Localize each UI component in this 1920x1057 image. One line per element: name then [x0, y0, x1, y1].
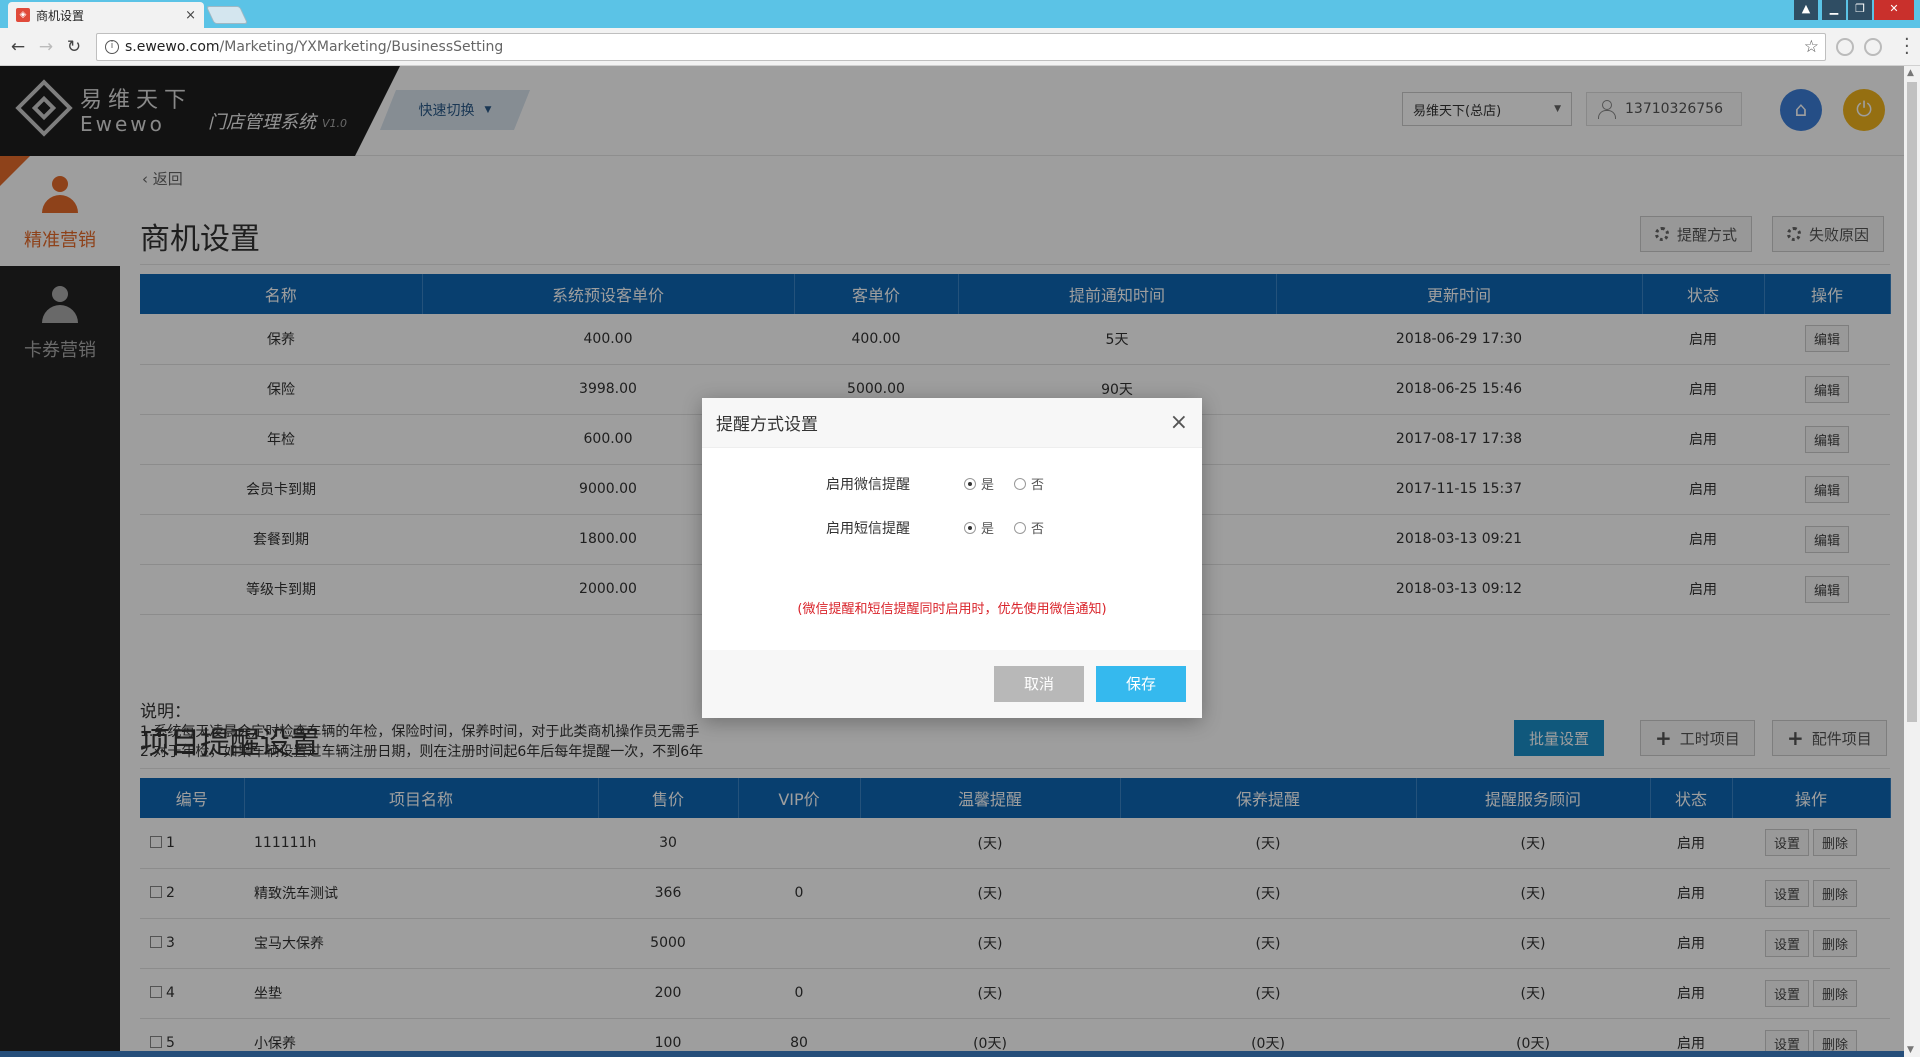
sms-no-radio[interactable] — [1014, 522, 1026, 534]
extension-icon[interactable] — [1836, 38, 1854, 56]
forward-arrow-icon[interactable]: → — [36, 37, 56, 57]
scroll-down-icon[interactable]: ▼ — [1907, 1045, 1914, 1055]
url-input[interactable]: i s.ewewo.com/Marketing/YXMarketing/Busi… — [96, 33, 1826, 61]
browser-tab-bar: ◈ 商机设置 × ▲ ▁ ❐ ✕ — [0, 0, 1920, 28]
tab-close-icon[interactable]: × — [185, 8, 196, 23]
radio-yes-label: 是 — [981, 522, 995, 537]
sms-remind-row: 启用短信提醒 是 否 — [702, 518, 1202, 542]
profile-icon[interactable]: ▲ — [1794, 0, 1818, 20]
scroll-thumb[interactable] — [1907, 82, 1917, 722]
radio-no-label: 否 — [1031, 478, 1045, 493]
tab-title: 商机设置 — [36, 8, 85, 23]
browser-menu-icon[interactable]: · · · — [1904, 31, 1910, 63]
dialog-title: 提醒方式设置 — [716, 415, 818, 435]
new-tab-button[interactable] — [205, 6, 249, 24]
sms-yes-radio[interactable] — [964, 522, 976, 534]
wechat-no-radio[interactable] — [1014, 478, 1026, 490]
address-bar-row: ← → ↻ i s.ewewo.com/Marketing/YXMarketin… — [0, 28, 1920, 66]
site-favicon-icon: ◈ — [16, 8, 30, 22]
url-path: /Marketing/YXMarketing/BusinessSetting — [219, 39, 504, 55]
close-icon[interactable]: × — [1170, 410, 1188, 435]
dialog-footer: 取消 保存 — [702, 650, 1202, 718]
window-close-icon[interactable]: ✕ — [1874, 0, 1914, 20]
wechat-remind-label: 启用微信提醒 — [826, 477, 910, 493]
page-scrollbar[interactable]: ▲ ▼ — [1904, 66, 1920, 1057]
back-arrow-icon[interactable]: ← — [8, 37, 28, 57]
minimize-icon[interactable]: ▁ — [1822, 0, 1846, 20]
sms-remind-label: 启用短信提醒 — [826, 521, 910, 537]
cancel-button[interactable]: 取消 — [994, 666, 1084, 702]
restore-icon[interactable]: ❐ — [1848, 0, 1872, 20]
extension-icon[interactable] — [1864, 38, 1882, 56]
browser-tab[interactable]: ◈ 商机设置 × — [8, 2, 204, 28]
radio-no-label: 否 — [1031, 522, 1045, 537]
dialog-tip: (微信提醒和短信提醒同时启用时，优先使用微信通知) — [797, 602, 1107, 617]
bookmark-star-icon[interactable]: ☆ — [1804, 37, 1819, 57]
dialog-header: 提醒方式设置 — [702, 398, 1202, 448]
reload-icon[interactable]: ↻ — [64, 37, 84, 57]
scroll-up-icon[interactable]: ▲ — [1907, 68, 1914, 78]
info-icon[interactable]: i — [105, 40, 119, 54]
remind-method-dialog: 提醒方式设置 × 启用微信提醒 是 否 启用短信提醒 是 否 (微信提醒和短信提… — [702, 398, 1202, 718]
save-button[interactable]: 保存 — [1096, 666, 1186, 702]
wechat-remind-row: 启用微信提醒 是 否 — [702, 474, 1202, 498]
radio-yes-label: 是 — [981, 478, 995, 493]
wechat-yes-radio[interactable] — [964, 478, 976, 490]
url-host: s.ewewo.com — [125, 39, 220, 55]
